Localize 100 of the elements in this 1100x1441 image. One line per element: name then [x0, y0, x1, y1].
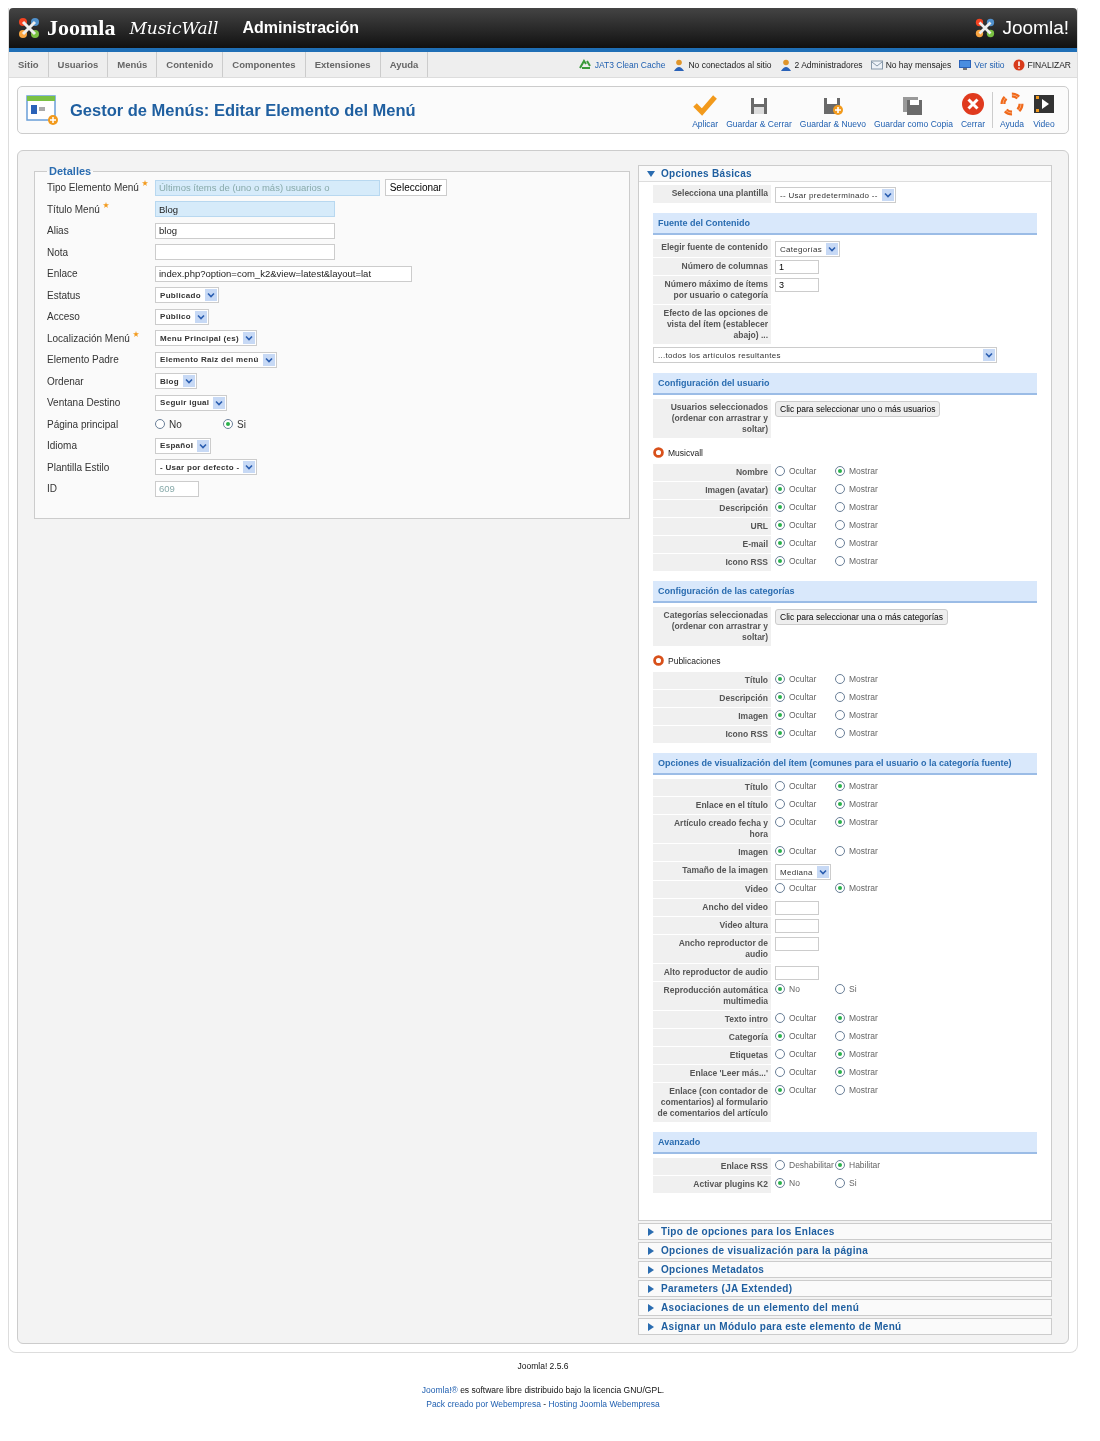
input-field[interactable] [775, 919, 819, 933]
dropdown[interactable]: Categorías [775, 241, 841, 257]
radio-button[interactable] [835, 484, 845, 494]
dropdown[interactable]: - Usar por defecto - [155, 459, 258, 475]
dropdown[interactable]: Elemento Raiz del menú [155, 351, 277, 368]
radio-button[interactable] [835, 781, 845, 791]
radio-button[interactable] [835, 674, 845, 684]
radio-button[interactable] [775, 817, 785, 827]
radio-button[interactable] [775, 1160, 785, 1170]
menu-item[interactable]: Extensiones [305, 52, 381, 77]
input-field[interactable] [155, 244, 335, 260]
status-link[interactable]: JAT3 Clean Cache [594, 59, 666, 70]
menu-item[interactable]: Sitio [9, 52, 49, 77]
radio-button[interactable] [835, 728, 845, 738]
radio-button[interactable] [835, 520, 845, 530]
input-field[interactable] [775, 901, 819, 915]
radio-button[interactable] [835, 817, 845, 827]
radio-button[interactable] [835, 502, 845, 512]
radio-button[interactable] [775, 799, 785, 809]
dropdown[interactable]: Español [155, 437, 212, 454]
select-button[interactable]: Seleccionar [384, 179, 447, 196]
radio-button[interactable] [835, 1067, 845, 1077]
dropdown[interactable]: Blog [155, 373, 197, 389]
credits-link[interactable]: Pack creado por Webempresa [426, 1399, 541, 1409]
toolbar-button[interactable]: Guardar & Nuevo [795, 90, 870, 133]
radio-button[interactable] [835, 1031, 845, 1041]
radio-button[interactable] [775, 710, 785, 720]
toolbar-button[interactable]: Guardar como Copia [870, 90, 957, 133]
dropdown[interactable]: Seguir igual [155, 394, 228, 411]
dropdown[interactable]: Publicado [155, 287, 219, 303]
radio-button[interactable] [223, 419, 233, 429]
dropdown[interactable]: -- Usar predeterminado -- [775, 187, 896, 203]
radio-button[interactable] [775, 484, 785, 494]
toolbar-button[interactable]: Guardar & Cerrar [722, 90, 796, 133]
radio-button[interactable] [775, 466, 785, 476]
toolbar-button[interactable]: Ayuda [996, 86, 1028, 133]
radio-button[interactable] [835, 692, 845, 702]
menu-item[interactable]: Usuarios [48, 52, 109, 77]
input-field[interactable]: blog [155, 222, 335, 239]
radio-button[interactable] [835, 1085, 845, 1095]
radio-button[interactable] [775, 692, 785, 702]
radio-button[interactable] [835, 1049, 845, 1059]
radio-button[interactable] [835, 710, 845, 720]
radio-button[interactable] [835, 1178, 845, 1188]
input-field[interactable] [775, 966, 819, 980]
radio-button[interactable] [835, 984, 845, 994]
toolbar-button[interactable]: Video [1028, 86, 1060, 133]
radio-button[interactable] [835, 799, 845, 809]
radio-button[interactable] [775, 1049, 785, 1059]
radio-button[interactable] [155, 419, 165, 429]
radio-button[interactable] [775, 502, 785, 512]
radio-button[interactable] [775, 556, 785, 566]
menu-item[interactable]: Ayuda [380, 52, 429, 77]
dropdown[interactable]: Público [155, 308, 209, 325]
accordion-header[interactable]: Asignar un Módulo para este elemento de Menú [639, 1319, 1051, 1334]
menu-item[interactable]: Contenido [157, 52, 224, 77]
accordion-header[interactable]: Asociaciones de un elemento del menú [639, 1300, 1051, 1315]
accordion-header[interactable]: Opciones Metadatos [639, 1262, 1051, 1277]
input-field[interactable]: 3 [775, 278, 819, 292]
input-field[interactable] [775, 937, 819, 951]
accordion-header[interactable]: Opciones de visualización para la página [639, 1243, 1051, 1258]
joomla-link[interactable]: Joomla!® [421, 1385, 458, 1395]
radio-button[interactable] [835, 1160, 845, 1170]
dropdown[interactable]: ...todos los artículos resultantes [653, 347, 997, 363]
radio-button[interactable] [835, 466, 845, 476]
select-button[interactable]: Clic para seleccionar uno o más usuarios [775, 401, 941, 417]
input-field[interactable]: Blog [155, 201, 335, 217]
radio-button[interactable] [775, 984, 785, 994]
radio-button[interactable] [775, 1031, 785, 1041]
dropdown[interactable]: Mediana [775, 864, 831, 880]
alert-icon [1012, 58, 1025, 71]
select-button[interactable]: Clic para seleccionar una o más categorías [775, 609, 948, 625]
radio-button[interactable] [775, 1013, 785, 1023]
accordion-header[interactable]: Opciones Básicas [639, 166, 1051, 181]
toolbar-button[interactable]: Aplicar [688, 88, 723, 133]
radio-button[interactable] [775, 520, 785, 530]
radio-button[interactable] [775, 1178, 785, 1188]
radio-button[interactable] [775, 674, 785, 684]
radio-button[interactable] [835, 1013, 845, 1023]
radio-button[interactable] [775, 883, 785, 893]
radio-button[interactable] [775, 781, 785, 791]
radio-button[interactable] [775, 728, 785, 738]
status-link[interactable]: Ver sitio [974, 59, 1005, 70]
input-field[interactable]: 1 [775, 260, 819, 274]
radio-button[interactable] [775, 1085, 785, 1095]
input-field[interactable]: index.php?option=com_k2&view=latest&layout=lat [155, 265, 413, 282]
radio-button[interactable] [835, 846, 845, 856]
radio-button[interactable] [835, 556, 845, 566]
menu-item[interactable]: Menús [108, 52, 158, 77]
radio-button[interactable] [775, 846, 785, 856]
menu-item[interactable]: Componentes [223, 52, 306, 77]
toolbar-button[interactable]: Cerrar [956, 86, 989, 133]
radio-button[interactable] [835, 883, 845, 893]
accordion-header[interactable]: Parameters (JA Extended) [639, 1281, 1051, 1296]
radio-button[interactable] [835, 538, 845, 548]
accordion-header[interactable]: Tipo de opciones para los Enlaces [639, 1224, 1051, 1239]
dropdown[interactable]: Menu Principal (es) [155, 330, 258, 346]
radio-button[interactable] [775, 538, 785, 548]
radio-button[interactable] [775, 1067, 785, 1077]
hosting-link[interactable]: Hosting Joomla Webempresa [548, 1399, 660, 1409]
